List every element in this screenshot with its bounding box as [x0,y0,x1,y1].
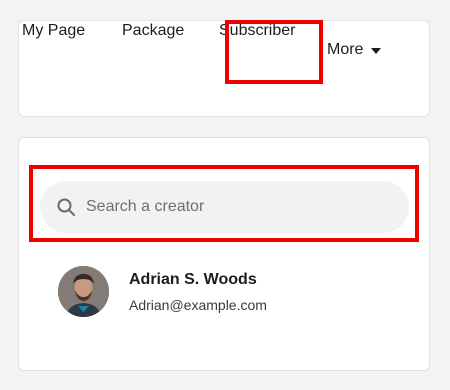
creator-name: Adrian S. Woods [129,270,257,288]
search-input[interactable] [86,198,366,216]
caret-down-icon [371,47,382,54]
search-card [18,137,430,371]
search-icon [56,197,76,217]
search-bar[interactable] [40,181,409,233]
nav-more-label: More [327,41,364,58]
nav-item-package[interactable]: Package [122,22,184,40]
nav-item-more[interactable]: More [327,41,382,59]
avatar [58,266,109,317]
nav-item-my-page[interactable]: My Page [22,22,85,40]
nav-item-subscriber[interactable]: Subscriber [219,22,295,40]
creator-email: Adrian@example.com [129,296,267,313]
creator-result-item[interactable]: Adrian S. Woods Adrian@example.com [58,266,267,317]
